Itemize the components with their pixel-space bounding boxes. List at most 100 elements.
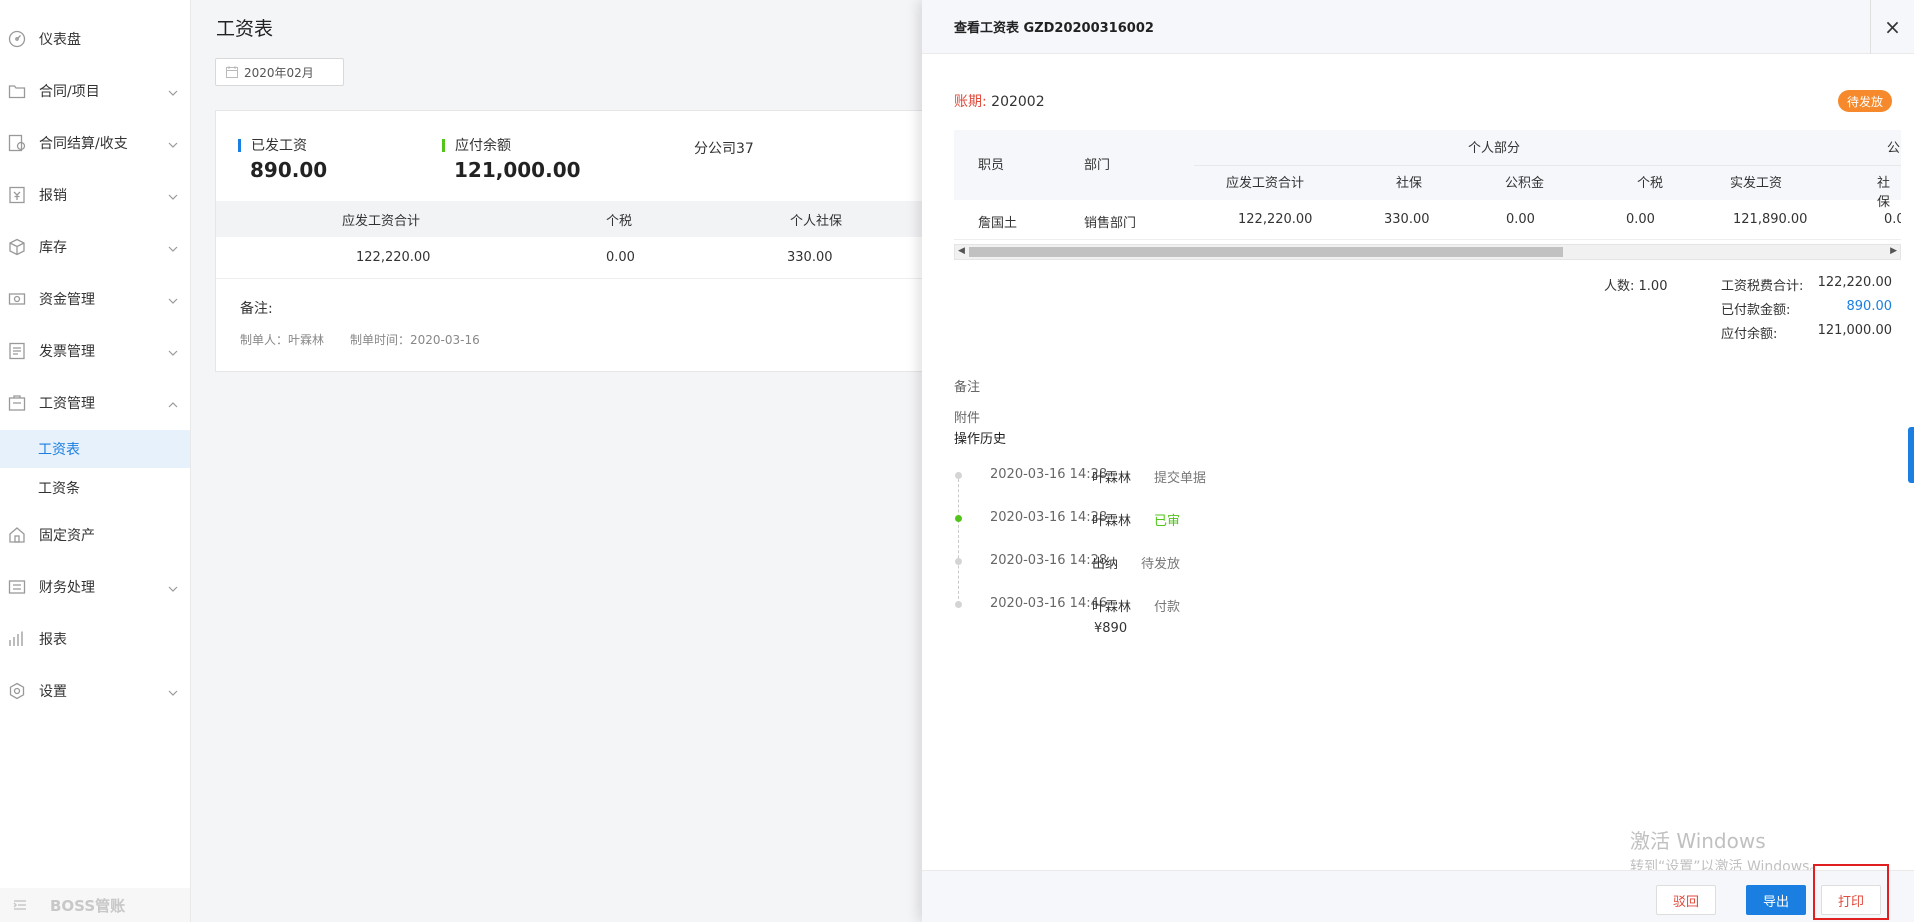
payroll-card[interactable]: 已发工资 890.00 应付余额 121,000.00 分公司37 应发工资合计… (215, 110, 936, 372)
reject-button[interactable]: 驳回 (1656, 885, 1716, 915)
column-header: 应发工资合计 (1226, 176, 1305, 191)
column-header: 部门 (1084, 158, 1111, 173)
month-picker-value: 2020年02月 (244, 65, 314, 80)
brand-name: BOSS管账 (50, 896, 126, 915)
funds-icon (8, 290, 26, 308)
chevron-down-icon (168, 190, 178, 200)
headcount-value: 1.00 (1638, 279, 1668, 294)
period: 账期: 202002 (954, 91, 1045, 111)
chevron-down-icon (168, 686, 178, 696)
sidebar-subitem-label: 工资表 (38, 442, 80, 458)
remarks-label: 备注 (954, 380, 981, 395)
asset-icon (8, 526, 26, 544)
sidebar-item-settings[interactable]: 设置 (0, 671, 190, 711)
history-amount: ¥890 (1094, 621, 1128, 636)
period-label: 账期: (954, 94, 987, 110)
sidebar-footer[interactable]: BOSS管账 (0, 888, 190, 922)
sidebar-item-settlement[interactable]: 合同结算/收支 (0, 123, 190, 163)
horizontal-scrollbar[interactable]: ◀ ▶ (954, 244, 1901, 260)
history-user: 叶霖林 (1092, 514, 1132, 529)
branch-name: 分公司37 (694, 141, 754, 157)
history-time: 2020-03-16 14:28 (990, 510, 1108, 525)
sidebar-subitem-label: 工资条 (38, 481, 80, 497)
sidebar-item-label: 合同/项目 (39, 84, 100, 100)
history-time: 2020-03-16 14:46 (990, 596, 1108, 611)
sidebar-item-dashboard[interactable]: 仪表盘 (0, 19, 190, 59)
drawer-title: 查看工资表 GZD20200316002 (954, 21, 1154, 36)
social-cell: 330.00 (1384, 212, 1430, 227)
collapse-menu-icon[interactable] (12, 897, 28, 913)
sidebar-item-invoices[interactable]: 发票管理 (0, 331, 190, 371)
group-header: 个人部分 (1468, 141, 1521, 156)
sidebar-item-assets[interactable]: 固定资产 (0, 515, 190, 555)
scrollbar-thumb[interactable] (969, 247, 1563, 257)
close-button[interactable]: × (1870, 0, 1914, 54)
summary-table-header: 应发工资合计 个税 个人社保 (216, 201, 936, 237)
headcount: 人数: 1.00 (1604, 275, 1667, 294)
month-picker[interactable]: 2020年02月 (215, 58, 344, 86)
timeline-dot (955, 558, 962, 565)
history-action: 提交单据 (1154, 471, 1207, 486)
scroll-left-icon[interactable]: ◀ (958, 246, 965, 256)
creator: 制单人：叶霖林 (240, 333, 325, 347)
finance-icon (8, 578, 26, 596)
column-header: 个税 (606, 213, 633, 229)
history-user: 出纳 (1092, 557, 1119, 572)
card-note-label: 备注: (240, 301, 273, 317)
chevron-down-icon (168, 294, 178, 304)
accent-bar (238, 138, 241, 152)
dashboard-icon (8, 30, 26, 48)
sidebar-subitem-payroll[interactable]: 工资表 (0, 430, 190, 468)
sidebar-item-salary[interactable]: 工资管理 (0, 383, 190, 423)
sidebar-subitem-payslip[interactable]: 工资条 (0, 469, 190, 507)
windows-activation-watermark: 激活 Windows 转到“设置”以激活 Windows。 (1630, 825, 1823, 876)
accent-bar (442, 138, 445, 152)
social2-cell: 0.00 (1884, 212, 1901, 227)
social-security-cell: 330.00 (787, 250, 833, 265)
export-button[interactable]: 导出 (1746, 885, 1806, 915)
gross-salary-cell: 122,220.00 (356, 250, 431, 265)
box-icon (8, 238, 26, 256)
timeline-dot (955, 601, 962, 608)
sidebar-item-finance[interactable]: 财务处理 (0, 567, 190, 607)
sidebar: 仪表盘 合同/项目 合同结算/收支 报销 库存 资金管理 发票管理 工资管理 工… (0, 0, 191, 922)
reimburse-icon (8, 186, 26, 204)
column-header: 应发工资合计 (342, 213, 421, 229)
column-header: 个人社保 (790, 213, 843, 229)
timeline-line (958, 474, 959, 604)
totals: 工资税费合计: 122,220.00 已付款金额: 890.00 应付余额: 121,… (1721, 275, 1892, 347)
sidebar-item-contracts[interactable]: 合同/项目 (0, 71, 190, 111)
paid-salary-value: 890.00 (250, 158, 328, 182)
header-divider (1194, 165, 1901, 166)
chevron-down-icon (168, 138, 178, 148)
tax-cell: 0.00 (606, 250, 635, 265)
sidebar-item-label: 工资管理 (39, 396, 95, 412)
net-cell: 121,890.00 (1733, 212, 1808, 227)
sidebar-item-label: 报表 (39, 632, 67, 648)
chevron-down-icon (168, 242, 178, 252)
edge-handle[interactable] (1908, 427, 1914, 483)
fund-cell: 0.00 (1506, 212, 1535, 227)
paid-salary-label: 已发工资 (251, 138, 307, 154)
print-button[interactable]: 打印 (1821, 885, 1881, 915)
gross-cell: 122,220.00 (1238, 212, 1313, 227)
history-time: 2020-03-16 14:28 (990, 553, 1108, 568)
paid-amount-link[interactable]: 890.00 (1847, 299, 1893, 323)
total-label: 已付款金额: (1721, 303, 1791, 318)
sidebar-item-label: 设置 (39, 684, 67, 700)
total-label: 工资税费合计: (1721, 279, 1804, 294)
table-header: 职员 部门 个人部分 公 应发工资合计 社保 公积金 个税 实发工资 社保 (954, 130, 1901, 210)
timeline-dot (955, 472, 962, 479)
scroll-right-icon[interactable]: ▶ (1890, 246, 1897, 256)
sidebar-item-reports[interactable]: 报表 (0, 619, 190, 659)
table-row[interactable]: 詹国土 销售部门 122,220.00 330.00 0.00 0.00 121… (954, 200, 1901, 240)
sidebar-item-inventory[interactable]: 库存 (0, 227, 190, 267)
column-header: 社保 (1396, 176, 1423, 191)
close-icon: × (1884, 15, 1901, 39)
sidebar-item-funds[interactable]: 资金管理 (0, 279, 190, 319)
calendar-icon (226, 66, 238, 78)
due-balance-label: 应付余额 (455, 138, 511, 154)
chevron-up-icon (168, 398, 178, 408)
sidebar-item-reimburse[interactable]: 报销 (0, 175, 190, 215)
sidebar-item-label: 报销 (39, 188, 67, 204)
